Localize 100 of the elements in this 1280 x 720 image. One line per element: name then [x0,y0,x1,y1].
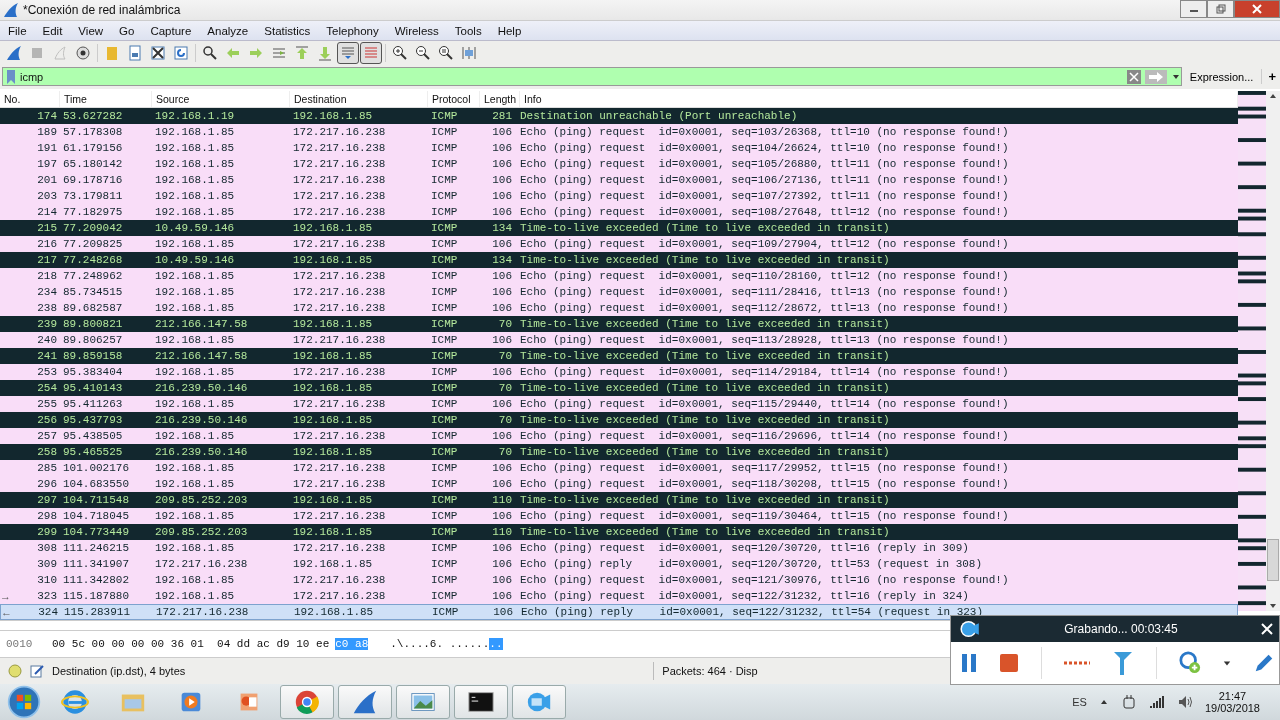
pause-icon[interactable] [961,653,977,673]
status-indicator-icon [8,663,22,678]
expression-button[interactable]: Expression... [1187,70,1256,83]
table-cell-text: 216.239.50.146 [154,413,249,426]
scrollbar-thumb[interactable] [1267,538,1279,581]
menu-item[interactable]: Capture [142,24,200,37]
table-cell-text: ICMP [430,221,459,234]
table-cell: Echo (ping) request id=0x0001, seq=118/30208, ttl=15 (no response found!) [520,477,1009,490]
table-cell: Echo (ping) request id=0x0001, seq=104/26624, ttl=10 (no response found!) [520,141,1009,154]
cmd-taskbar-button[interactable] [454,684,508,719]
table-cell-text: 106 [491,365,512,378]
photos-taskbar-button[interactable] [396,684,450,719]
table-cell-text: 134 [491,221,512,234]
table-cell-text: 104.718045 [62,509,130,522]
menu-item[interactable]: Edit [34,24,71,37]
table-cell-text: 106 [491,189,512,202]
table-cell: 257 [37,429,57,442]
bookmark-icon [6,68,16,85]
table-cell-text: 106 [491,509,512,522]
autoscroll-tool-button[interactable] [337,42,359,65]
ascii-bytes: .\....6. ...... [390,638,490,651]
menu-item[interactable]: Telephony [318,24,387,37]
byte-offset: 0010 [5,638,34,651]
audio-level-icon[interactable] [1064,660,1090,666]
table-cell: Echo (ping) request id=0x0001, seq=122/31232, ttl=16 (reply in 324) [520,589,969,602]
menu-item[interactable]: Wireless [386,24,447,37]
menu-item[interactable]: Tools [446,24,490,37]
table-cell: 254 [37,381,57,394]
display-filter-field[interactable]: icmp [2,67,1182,87]
table-cell-text: ICMP [430,109,459,122]
menu-item[interactable]: File [0,24,35,37]
table-cell-text: 192.168.1.85 [154,301,236,314]
table-cell: 298 [37,509,57,522]
column-header[interactable]: Protocol [428,90,480,107]
clear-icon[interactable] [1126,69,1141,84]
table-cell-text: 172.217.16.238 [292,429,387,442]
column-header[interactable]: Source [152,90,290,107]
table-cell: Time-to-live exceeded (Time to live exceeded in transit) [520,221,890,234]
signal-bars-icon[interactable] [1148,693,1165,710]
restore-button[interactable] [1207,0,1234,18]
table-cell: Time-to-live exceeded (Time to live exceeded in transit) [520,349,890,362]
menu-item[interactable]: Help [489,24,530,37]
table-cell-text: 106 [491,333,512,346]
table-cell: Echo (ping) request id=0x0001, seq=105/26880, ttl=11 (no response found!) [520,157,1009,170]
table-cell: Echo (ping) request id=0x0001, seq=112/28672, ttl=13 (no response found!) [520,301,1009,314]
table-cell: Time-to-live exceeded (Time to live exceeded in transit) [520,381,890,394]
table-cell: 191 [37,141,57,154]
table-cell-text: 89.806257 [62,333,124,346]
fin-taskbar-button[interactable] [338,684,392,719]
table-cell-text: 115.187880 [62,589,130,602]
menu-item[interactable]: View [70,24,112,37]
menu-item[interactable]: Statistics [256,24,319,37]
close-icon[interactable] [1261,623,1273,635]
add-filter-button[interactable]: + [1261,69,1278,85]
comment-edit-icon[interactable] [30,663,44,678]
table-cell-text: 192.168.1.85 [154,173,236,186]
table-cell-text: 57.178308 [62,125,124,138]
table-cell-text: ICMP [431,605,460,618]
table-cell-text: 95.411263 [62,397,124,410]
minimize-button[interactable] [1180,0,1207,18]
dropdown-caret-icon[interactable] [1223,659,1231,667]
zoomreset-icon [438,45,454,62]
clock-time[interactable]: 21:47 [1218,689,1247,702]
vertical-scrollbar[interactable] [1266,90,1280,611]
save-icon [127,45,143,62]
column-header[interactable]: No. [0,90,60,107]
power-plug-icon[interactable] [1120,693,1137,710]
column-header[interactable]: Time [60,90,152,107]
webcam-add-icon[interactable] [1179,651,1201,675]
table-cell-text: ICMP [430,477,459,490]
table-cell-text: 110 [491,525,512,538]
colorize-tool-button[interactable] [360,42,382,65]
menu-item[interactable]: Analyze [199,24,257,37]
column-header[interactable]: Destination [290,90,428,107]
table-cell-text: 70 [497,445,512,458]
table-cell-text: 192.168.1.85 [292,413,374,426]
pencil-icon[interactable] [1253,652,1275,674]
stop-icon[interactable] [999,653,1019,673]
table-cell-text: ICMP [430,285,459,298]
table-cell-text: 106 [491,205,512,218]
table-cell-text: ICMP [430,173,459,186]
table-cell-text: ICMP [430,557,459,570]
table-cell-text: 172.217.16.238 [292,541,387,554]
clock-date[interactable]: 19/03/2018 [1204,701,1260,714]
menu-item[interactable]: Go [111,24,143,37]
table-cell-text: 212.166.147.58 [154,349,249,362]
hex-bytes: 00 5c 00 00 00 00 36 01 04 dd ac d9 10 ee [52,638,330,651]
status-field-text: Destination (ip.dst), 4 bytes [52,664,186,677]
chrome-taskbar-button[interactable] [280,684,334,719]
column-header[interactable]: Length [480,90,520,107]
table-cell-text: 192.168.1.85 [154,589,236,602]
table-cell-text: 106 [491,477,512,490]
table-cell-text: 192.168.1.85 [292,445,374,458]
table-cell: 216 [37,237,57,250]
open-icon [104,45,120,62]
table-cell-text: 172.217.16.238 [292,589,387,602]
close-button[interactable] [1234,0,1280,18]
options-icon [75,45,91,62]
language-indicator[interactable]: ES [1072,695,1087,708]
table-cell-text: 192.168.1.85 [292,221,374,234]
